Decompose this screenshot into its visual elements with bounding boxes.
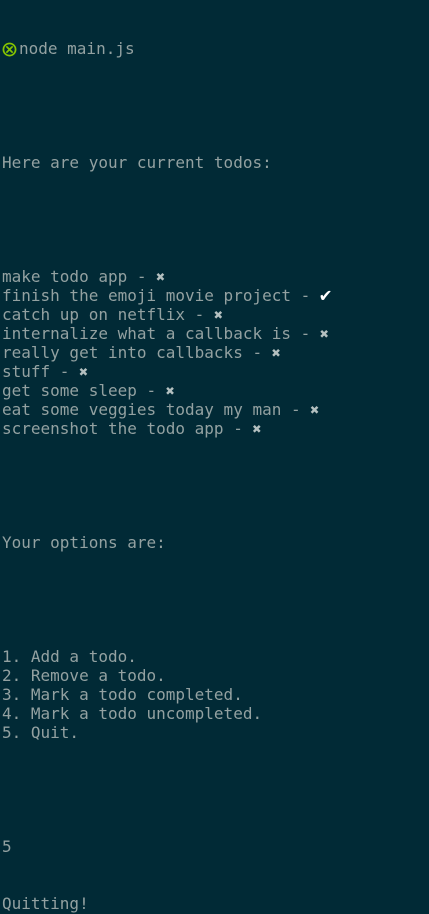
exit-message: Quitting! bbox=[2, 894, 89, 913]
cross-icon: ✖ bbox=[165, 382, 175, 400]
cross-icon: ✖ bbox=[310, 401, 320, 419]
todo-item: internalize what a callback is - ✖ bbox=[2, 324, 429, 343]
todo-text: stuff bbox=[2, 362, 51, 381]
cross-icon: ✖ bbox=[271, 344, 281, 362]
todo-separator: - bbox=[290, 286, 320, 305]
command-line: node main.js bbox=[2, 39, 429, 58]
cross-icon: ✖ bbox=[252, 420, 262, 438]
todo-text: really get into callbacks bbox=[2, 343, 243, 362]
todo-item: eat some veggies today my man - ✖ bbox=[2, 400, 429, 419]
todo-text: eat some veggies today my man bbox=[2, 400, 282, 419]
todo-item: really get into callbacks - ✖ bbox=[2, 343, 429, 362]
cross-icon: ✖ bbox=[213, 306, 223, 324]
todo-separator: - bbox=[50, 362, 80, 381]
todo-item: make todo app - ✖ bbox=[2, 267, 429, 286]
option-item: 2. Remove a todo. bbox=[2, 666, 166, 685]
todo-separator: - bbox=[127, 267, 157, 286]
cross-icon: ✖ bbox=[319, 325, 329, 343]
todo-separator: - bbox=[281, 400, 311, 419]
checkmark-icon: ✔ bbox=[319, 284, 332, 306]
todo-separator: - bbox=[290, 324, 320, 343]
todo-text: make todo app bbox=[2, 267, 128, 286]
options-header: Your options are: bbox=[2, 533, 166, 552]
todo-item: screenshot the todo app - ✖ bbox=[2, 419, 429, 438]
cross-icon: ✖ bbox=[156, 268, 166, 286]
todo-separator: - bbox=[242, 343, 272, 362]
todo-text: get some sleep bbox=[2, 381, 137, 400]
option-item: 4. Mark a todo uncompleted. bbox=[2, 704, 263, 723]
todos-header: Here are your current todos: bbox=[2, 153, 272, 172]
user-input[interactable]: 5 bbox=[2, 837, 429, 856]
todo-item: catch up on netflix - ✖ bbox=[2, 305, 429, 324]
option-item: 1. Add a todo. bbox=[2, 647, 137, 666]
todo-text: finish the emoji movie project bbox=[2, 286, 291, 305]
command-text: node main.js bbox=[19, 39, 135, 58]
todo-separator: - bbox=[223, 419, 253, 438]
todo-text: internalize what a callback is bbox=[2, 324, 291, 343]
todo-text: catch up on netflix bbox=[2, 305, 186, 324]
option-item: 5. Quit. bbox=[2, 723, 80, 742]
todo-text: screenshot the todo app bbox=[2, 419, 224, 438]
todo-separator: - bbox=[136, 381, 166, 400]
todo-item: finish the emoji movie project - ✔ bbox=[2, 284, 429, 306]
option-item: 3. Mark a todo completed. bbox=[2, 685, 243, 704]
prompt-circle-icon bbox=[2, 42, 17, 57]
todo-item: get some sleep - ✖ bbox=[2, 381, 429, 400]
todo-item: stuff - ✖ bbox=[2, 362, 429, 381]
cross-icon: ✖ bbox=[79, 363, 89, 381]
todo-separator: - bbox=[185, 305, 214, 324]
terminal-window[interactable]: node main.js Here are your current todos… bbox=[0, 0, 429, 913]
todo-list: make todo app - ✖ finish the emoji movie … bbox=[2, 267, 429, 438]
option-list: 1. Add a todo. 2. Remove a todo. 3. Mark a… bbox=[2, 647, 429, 742]
